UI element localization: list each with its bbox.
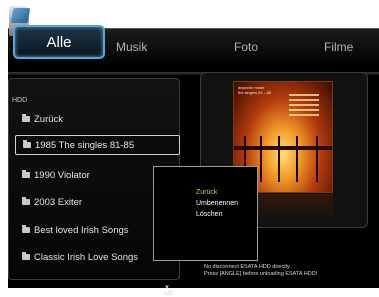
menu-item-back[interactable]: Zurück (196, 189, 217, 196)
list-item[interactable]: Best loved Irish Songs (11, 220, 176, 240)
media-player-screen: Musik Foto Filme Alle HDD Zurück 1985 Th… (0, 0, 379, 297)
menu-item-delete[interactable]: Löschen (196, 211, 222, 218)
list-item[interactable]: Classic Irish Love Songs (11, 247, 176, 267)
list-item-label: Best loved Irish Songs (34, 224, 129, 236)
tab-filme[interactable]: Filme (324, 40, 353, 54)
folder-icon (22, 197, 30, 205)
list-item-back[interactable]: Zurück (11, 109, 176, 129)
folder-icon (22, 170, 30, 178)
list-header: HDD (12, 97, 28, 104)
tab-foto[interactable]: Foto (234, 40, 258, 54)
list-item-label: 2003 Exiter (34, 196, 83, 208)
list-item-label: 1990 Violator (34, 169, 90, 181)
list-item-label: 1985 The singles 81-85 (35, 139, 135, 151)
folder-icon (22, 114, 30, 122)
album-cover-text: depeche mode the singles 81→85 (238, 85, 272, 95)
list-item-selected[interactable]: 1985 The singles 81-85 (15, 135, 180, 155)
page-indicator: ▼ 1/3 (164, 285, 173, 297)
folder-icon (22, 252, 30, 260)
status-line: Press [ANGLE] before unloading ESATA HDD… (204, 271, 318, 277)
status-message: No disconnect ESATA HDD directly. Press … (204, 264, 317, 278)
folder-icon (22, 225, 30, 233)
list-item[interactable]: 1990 Violator (11, 165, 176, 185)
tab-musik[interactable]: Musik (116, 40, 147, 54)
folder-icon (23, 140, 31, 148)
tab-alle[interactable]: Alle (13, 25, 105, 59)
list-item-label: Classic Irish Love Songs (34, 251, 139, 263)
menu-item-rename[interactable]: Umbenennen (196, 200, 238, 207)
list-item-label: Zurück (34, 113, 64, 125)
list-item[interactable]: 2003 Exiter (11, 192, 176, 212)
status-line: No disconnect ESATA HDD directly. (204, 264, 291, 270)
context-menu: Zurück Umbenennen Löschen (153, 166, 258, 261)
content-area: HDD Zurück 1985 The singles 81-85 1990 V… (8, 68, 379, 297)
